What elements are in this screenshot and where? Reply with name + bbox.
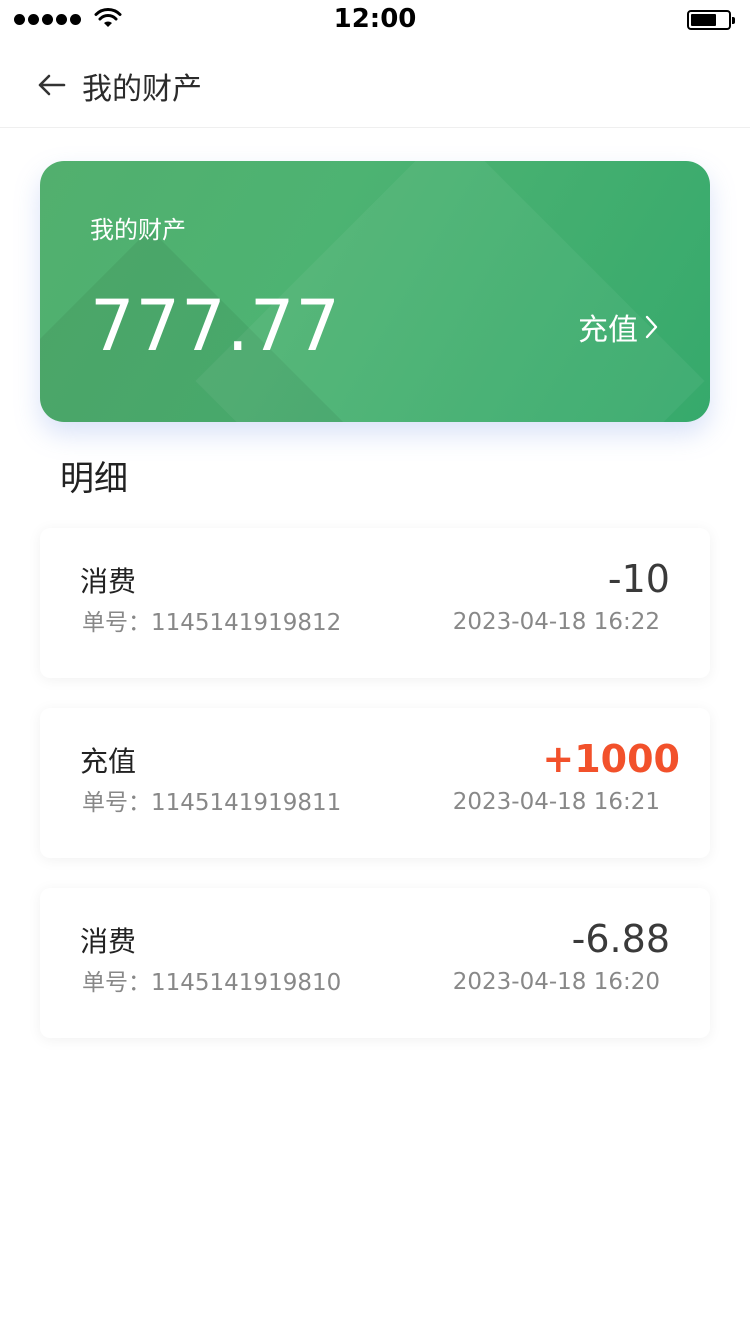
navigation-bar: 我的财产	[0, 40, 750, 128]
asset-balance: 777.77	[90, 285, 341, 367]
arrow-left-icon[interactable]	[34, 70, 70, 100]
transaction-order-number: 单号：1145141919812	[82, 610, 342, 636]
transaction-type: 消费	[80, 565, 137, 598]
transaction-date: 2023-04-18 16:20	[452, 969, 660, 995]
transaction-item[interactable]: 消费 单号：1145141919812 -10 2023-04-18 16:22	[40, 528, 710, 678]
transaction-amount: +1000	[542, 737, 680, 781]
transaction-list: 消费 单号：1145141919812 -10 2023-04-18 16:22…	[40, 528, 710, 1068]
transaction-type: 消费	[80, 925, 137, 958]
recharge-label: 充值	[578, 313, 638, 348]
transaction-item[interactable]: 消费 单号：1145141919810 -6.88 2023-04-18 16:…	[40, 888, 710, 1038]
asset-card: 我的财产 777.77 充值	[40, 161, 710, 422]
status-bar: 12:00	[0, 0, 750, 40]
transaction-order-number: 单号：1145141919811	[82, 790, 342, 816]
transaction-item[interactable]: 充值 单号：1145141919811 +1000 2023-04-18 16:…	[40, 708, 710, 858]
battery-icon	[687, 10, 735, 30]
status-time: 12:00	[333, 4, 417, 34]
transaction-date: 2023-04-18 16:21	[452, 789, 660, 815]
detail-section-title: 明细	[60, 459, 128, 499]
transaction-amount: -6.88	[571, 917, 670, 961]
asset-label: 我的财产	[90, 216, 186, 244]
transaction-date: 2023-04-18 16:22	[452, 609, 660, 635]
recharge-button[interactable]: 充值	[578, 305, 660, 349]
chevron-right-icon	[645, 315, 658, 339]
page-title: 我的财产	[82, 72, 202, 107]
transaction-type: 充值	[80, 745, 137, 778]
transaction-amount: -10	[607, 557, 670, 601]
transaction-order-number: 单号：1145141919810	[82, 970, 342, 996]
